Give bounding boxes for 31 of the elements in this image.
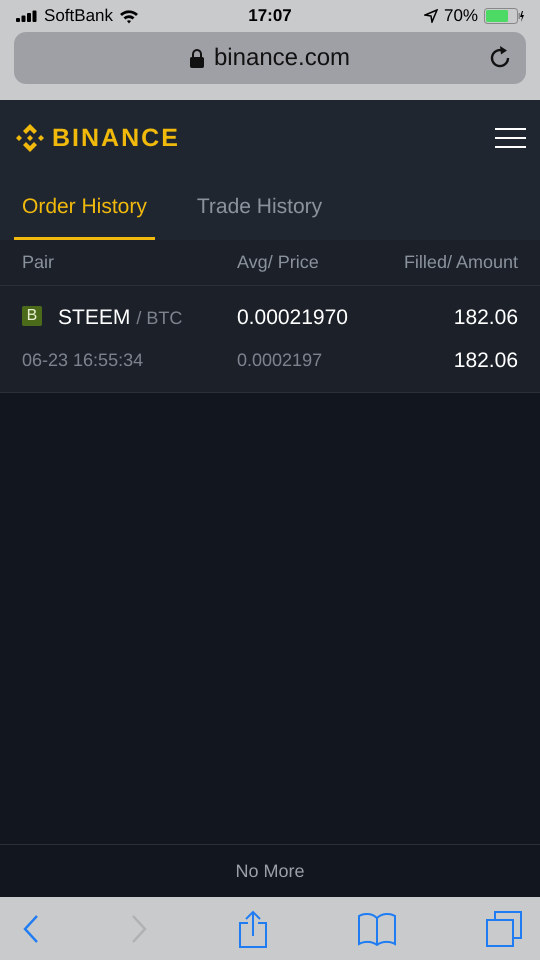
pair-base: STEEM (58, 306, 130, 330)
no-more-text: No More (235, 860, 305, 882)
column-header: Pair (22, 252, 56, 273)
reload-icon[interactable] (490, 46, 512, 70)
bookmarks-icon[interactable] (358, 912, 396, 946)
logo-icon (14, 122, 46, 154)
location-icon (424, 9, 438, 23)
share-icon[interactable] (238, 910, 268, 948)
logo-text: BINANCE (52, 124, 180, 152)
avg-price: 0.00021970 (237, 306, 349, 330)
order-time: 06-23 16:55:34 (22, 350, 144, 371)
address-bar[interactable]: binance.com (14, 32, 526, 84)
back-button[interactable] (22, 914, 40, 944)
battery-icon (484, 8, 524, 24)
carrier-name: SoftBank (44, 6, 113, 26)
side-badge: B (22, 306, 42, 326)
order-amount: 182.06 (452, 348, 518, 372)
wifi-icon (119, 8, 139, 24)
column-header: Avg/ Price (237, 252, 320, 273)
battery-percent: 70% (444, 6, 478, 26)
column-header: Filled/ Amount (402, 252, 518, 273)
lock-icon (190, 48, 204, 68)
menu-icon[interactable] (495, 128, 526, 148)
clock: 17:07 (248, 6, 292, 26)
filled-amount: 182.06 (452, 306, 518, 330)
signal-icon (16, 10, 38, 22)
tab[interactable]: Trade History (188, 176, 330, 240)
pair-quote: / BTC (136, 308, 182, 328)
tabs-icon[interactable] (486, 910, 522, 946)
order-price: 0.0002197 (237, 350, 324, 371)
url-text: binance.com (214, 44, 350, 72)
